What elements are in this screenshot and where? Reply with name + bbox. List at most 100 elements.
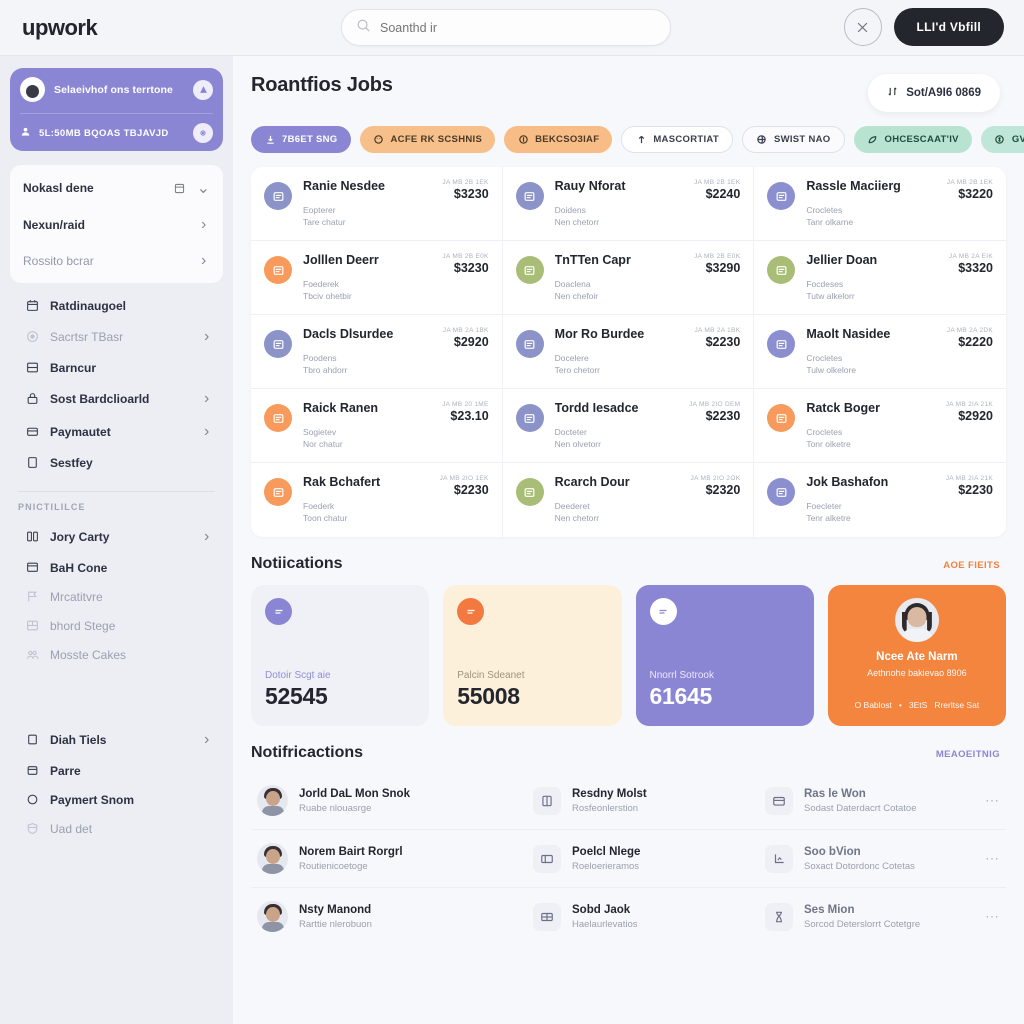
notification-title: Nsty Manond [299, 903, 372, 916]
notification-row[interactable]: Nsty Manond Rarttie nlerobuon Sobd Jaok Hae… [251, 888, 1006, 945]
notification-row[interactable]: Norem Bairt Rorgrl Routienicoetoge Poelcl … [251, 830, 1006, 888]
job-meta: JA MB 2A 1BK $2230 [688, 327, 740, 349]
job-card[interactable]: Jellier Doan JA MB 2A EIK $3320 Focdeses Tut… [754, 241, 1006, 315]
book-icon [533, 786, 561, 815]
stats-section-link[interactable]: AOE FIEITS [943, 560, 1000, 571]
job-icon [767, 182, 796, 210]
sidebar-item-barncur[interactable]: Barncur [14, 353, 223, 382]
search-bar[interactable] [341, 9, 671, 46]
settings-icon[interactable] [193, 123, 213, 143]
filter-chip-1[interactable]: ACFE RK SCSHNIS [359, 126, 496, 153]
more-options-icon[interactable]: ⋯ [975, 908, 1000, 925]
job-card[interactable]: Jolllen Deerr JA MB 2B E0K $3230 Foederek Tb… [251, 241, 503, 315]
job-body: Tordd Iesadce JA MB 2IO DEM $2230 Docteter N… [555, 401, 741, 449]
sidebar-item-bah-cone[interactable]: BaH Cone [14, 553, 223, 582]
filter-chip-4[interactable]: SWIST NAO [741, 126, 845, 153]
sidebar-item-sacrtsrtbasr[interactable]: Sacrtsr TBasr › [14, 320, 223, 353]
stat-card-2[interactable]: Nnorrl Sotrook 61645 [635, 585, 814, 726]
sidebar-item-diah-tiels[interactable]: Diah Tiels › [14, 723, 223, 756]
profile-name: Ncee Ate Narm [876, 651, 958, 663]
stat-card-0[interactable]: Dotoir Scgt aie 52545 [251, 585, 430, 726]
profile-meta-item: O Bablost [854, 700, 892, 710]
notification-col-2: Poelcl Nlege Roeloerieramos [533, 844, 765, 873]
job-subtitle-2: Tare chatur [303, 217, 346, 227]
filter-chip-0[interactable]: 7B6ET SNG [251, 126, 351, 153]
page-title: Roantfios Jobs [251, 74, 393, 96]
filter-chip-5[interactable]: OHCESCAAT'IV [853, 126, 972, 153]
job-card[interactable]: Mor Ro Burdee JA MB 2A 1BK $2230 Docelere Te… [502, 315, 755, 389]
job-title: Ranie Nesdee [303, 179, 385, 193]
notification-col2-text: Resdny Molst Rosfeonlerstion [572, 788, 647, 814]
job-card[interactable]: Rcarch Dour JA MB 2IO 2OK $2320 Deederet Nen… [503, 463, 755, 537]
sidebar-item-mrcatitvre[interactable]: Mrcatitvre [14, 582, 223, 611]
filter-chip-6[interactable]: GVEEICQMITS [980, 126, 1024, 153]
sidebar-menu-label-1: Nexun/raid [23, 218, 86, 232]
person-icon [20, 124, 31, 142]
sidebar-menu-item-1[interactable]: Nexun/raid › [10, 207, 223, 243]
job-subtitle-1: Crocletes [806, 427, 843, 437]
job-date: JA MB 2IA 21K [945, 401, 993, 408]
sidebar-item-jory-carty[interactable]: Jory Carty › [14, 520, 223, 553]
sidebar-item-sestfey[interactable]: Sestfey [14, 448, 223, 477]
notification-row[interactable]: Jorld DaL Mon Snok Ruabe nlouasrge Resdny … [251, 772, 1006, 830]
avatar [894, 598, 939, 642]
notification-user-text: Norem Bairt Rorgrl Routienicoetoge [299, 846, 403, 872]
more-options-icon[interactable]: ⋯ [975, 850, 1000, 867]
job-card[interactable]: Raick Ranen JA MB 20 1ME $23.10 Sogietev Nor… [251, 389, 503, 463]
sidebar-item-paymautet[interactable]: Paymautet › [14, 415, 223, 448]
job-card[interactable]: Dacls Dlsurdee JA MB 2A 1BK $2920 Poodens Tb… [251, 315, 503, 389]
job-meta: JA MB 2A 1BK $2920 [437, 327, 489, 349]
job-subtitle-1: Foecleter [806, 501, 842, 511]
sidebar-divider [18, 491, 215, 492]
job-card[interactable]: Ratck Boger JA MB 2IA 21K $2920 Crocletes To… [754, 389, 1006, 463]
notification-title: Poelcl Nlege [572, 845, 641, 858]
job-card[interactable]: Rassle Maciierg JA MB 2B 1EK $3220 Croclete… [754, 167, 1006, 241]
user-card-bottom-row[interactable]: 5L:50MB BQOAS TBJAVJD [20, 113, 213, 143]
profile-card[interactable]: Ncee Ate Narm Aethnohe bakievao 8906 O Bab… [827, 585, 1006, 726]
job-date: JA MB 2B 1EK [946, 179, 993, 186]
notification-col-2: Resdny Molst Rosfeonlerstion [533, 786, 765, 815]
job-card[interactable]: Rauy Nforat JA MB 2B 1EK $2240 Doidens Nen c… [502, 167, 755, 241]
notifications-section-link[interactable]: MEAOEITNIG [936, 749, 1000, 760]
square-icon [24, 456, 40, 469]
sidebar-item-uad-det[interactable]: Uad det [14, 814, 223, 843]
job-card[interactable]: Rak Bchafert JA MB 2IO 1EK $2230 Foederk Too… [251, 463, 503, 537]
search-input[interactable] [380, 20, 656, 35]
job-subtitle-1: Crocletes [806, 205, 843, 215]
sidebar-menu-item-2[interactable]: Rossito bcrar › [10, 243, 223, 279]
filter-chip-2[interactable]: BEKCSO3IAF [504, 126, 613, 153]
job-subtitle-1: Eopterer [303, 205, 336, 215]
arrow-up-icon [635, 134, 647, 146]
sidebar-item-ratdinaugoel[interactable]: Ratdinaugoel [14, 291, 223, 320]
sidebar-menu-item-0[interactable]: Nokasl dene ⌄ [10, 169, 223, 207]
job-price: $2230 [705, 409, 741, 423]
job-subtitle-2: Tulw olkelore [806, 365, 857, 375]
close-button[interactable] [843, 8, 882, 46]
job-title: Jok Bashafon [806, 475, 889, 489]
user-card-action-icon[interactable] [193, 79, 213, 100]
job-card[interactable]: Maolt Nasidee JA MB 2A 2DK $2220 Crocletes T… [754, 315, 1006, 389]
job-card[interactable]: Tordd Iesadce JA MB 2IO DEM $2230 Docteter N… [502, 389, 755, 463]
job-subtitle-2: Tero chetorr [554, 365, 601, 375]
stat-card-1[interactable]: Palcin Sdeanet 55008 [443, 585, 622, 726]
user-card-top-row: Selaeivhof ons terrtone [20, 77, 213, 102]
job-card[interactable]: Ranie Nesdee JA MB 2B 1EK $3230 Eopterer Tar… [251, 167, 503, 241]
job-card[interactable]: TnTTen Capr JA MB 2B E0K $3290 Doaclena Nen … [502, 241, 755, 315]
columns-icon [24, 530, 40, 543]
sidebar-user-card[interactable]: Selaeivhof ons terrtone 5L:50MB BQOAS TB… [10, 68, 223, 151]
primary-action-button[interactable]: LLI'd Vbfill [893, 8, 1004, 46]
sort-button[interactable]: Sot/A9I6 0869 [868, 74, 1000, 112]
chevron-right-icon: › [204, 730, 210, 748]
notification-title: Norem Bairt Rorgrl [299, 845, 403, 858]
job-card[interactable]: Jok Bashafon JA MB 2IA 21K $2230 Foecleter T… [754, 463, 1006, 537]
notifications-section-header: Notifricactions MEAOEITNIG [233, 726, 1024, 762]
more-options-icon[interactable]: ⋯ [975, 792, 1000, 809]
job-date: JA MB 2B E0K [442, 253, 489, 260]
sidebar-item-parre[interactable]: Parre [14, 756, 223, 785]
sidebar-label: Paymert Snom [50, 792, 135, 807]
filter-chip-3[interactable]: MASCORTIAT [621, 126, 733, 153]
sidebar-item-sost-bardclioarld[interactable]: Sost Bardclioarld › [14, 382, 223, 415]
sidebar-item-paymert-snom[interactable]: Paymert Snom [14, 785, 223, 814]
sidebar-item-bhord-stege[interactable]: bhord Stege [14, 611, 223, 640]
sidebar-item-mosste-cakes[interactable]: Mosste Cakes [14, 640, 223, 669]
